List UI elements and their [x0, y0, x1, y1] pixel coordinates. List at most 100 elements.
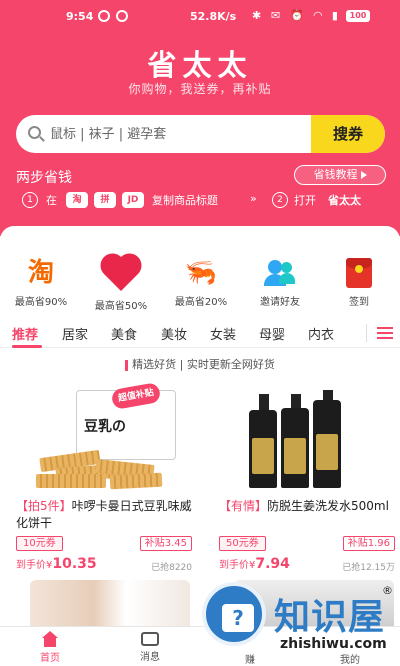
quick-entry-jd[interactable]: 🦐 最高省20%: [166, 258, 236, 308]
coupon-row: 50元券 补贴1.96: [219, 536, 399, 552]
tab-women[interactable]: 女装: [210, 324, 236, 343]
product-image: [219, 382, 395, 492]
app-slogan: 你购物，我送券，再补贴: [128, 82, 272, 96]
question-icon: ?: [222, 604, 254, 632]
step-2-app: 省太太: [328, 194, 361, 207]
picks-subtitle: 实时更新全网好货: [186, 358, 275, 371]
picks-header: 精选好货 | 实时更新全网好货: [0, 356, 400, 372]
product-price: 到手价¥10.35: [16, 556, 97, 572]
price-row: 到手价¥10.35 已抢8220: [16, 556, 196, 574]
watermark-text: 知识屋: [274, 596, 386, 638]
tab-underline: [12, 345, 42, 348]
step-1-number: 1: [22, 192, 38, 208]
wafer: [109, 472, 163, 490]
coupon-row: 10元券 补贴3.45: [16, 536, 196, 552]
tab-underwear[interactable]: 内衣: [308, 324, 334, 343]
notification-icon-2: [116, 10, 128, 22]
quick-entry-taobao[interactable]: 淘 最高省90%: [6, 258, 76, 308]
step-arrow: »: [250, 192, 257, 205]
step-1-at: 在: [46, 194, 57, 207]
battery-icon: 100: [346, 10, 370, 22]
steps-title: 两步省钱: [16, 170, 72, 186]
nav-message[interactable]: 消息: [120, 631, 180, 663]
home-icon: [41, 631, 59, 647]
search-icon: [28, 126, 41, 139]
coupon-badge: 50元券: [219, 536, 266, 551]
quick-label: 签到: [349, 297, 369, 308]
quick-label: 最高省20%: [174, 297, 228, 308]
menu-icon[interactable]: [377, 327, 393, 339]
step-2-action: 打开: [294, 194, 316, 207]
main-card: 淘 最高省90% 最高省50% 🦐 最高省20% 邀请好友 签到 推荐 居家 美…: [0, 226, 400, 626]
jd-mini-icon: JD: [122, 192, 144, 208]
category-tabs: 推荐 居家 美食 美妆 女装 母婴 内衣: [0, 318, 400, 348]
product-tag: 【有情】: [219, 499, 268, 513]
quick-label: 邀请好友: [260, 297, 300, 308]
net-speed: 52.8K/s: [190, 10, 237, 23]
message-icon: [141, 632, 159, 646]
search-bar: 搜券: [16, 115, 385, 153]
nav-home[interactable]: 首页: [20, 631, 80, 664]
quick-entry-pinduoduo[interactable]: 最高省50%: [86, 257, 156, 312]
status-bar: 9:54 52.8K/s ✱ ✉ ⏰ ◠ ▮ 100: [0, 6, 400, 28]
taobao-icon: 淘: [27, 258, 54, 288]
invite-icon: [262, 258, 298, 288]
tab-recommend[interactable]: 推荐: [12, 324, 38, 343]
watermark-domain: zhishiwu.com: [280, 636, 387, 652]
status-time: 9:54: [66, 10, 94, 23]
tab-baby[interactable]: 母婴: [259, 324, 285, 343]
pinduoduo-mini-icon: 拼: [94, 192, 116, 208]
product-image: 超值补贴 豆乳の: [16, 382, 192, 492]
app-logo: 省太太: [147, 48, 253, 82]
pinduoduo-icon: [103, 257, 139, 292]
tab-food[interactable]: 美食: [111, 324, 137, 343]
package-text: 豆乳の: [84, 419, 126, 435]
quick-entry-invite[interactable]: 邀请好友: [245, 258, 315, 308]
product-title: 【拍5件】咔啰卡曼日式豆乳味威化饼干: [16, 498, 196, 532]
picks-bar: [125, 359, 129, 371]
product-card[interactable]: 【有情】防脱生姜洗发水500ml 50元券 补贴1.96 到手价¥7.94 已抢…: [219, 382, 399, 574]
step-1-action: 复制商品标题: [152, 194, 218, 207]
search-button[interactable]: 搜券: [311, 115, 385, 153]
steps-row: 1 在 淘 拼 JD 复制商品标题 » 2 打开 省太太: [22, 192, 392, 210]
sold-count: 已抢12.15万: [342, 563, 395, 573]
product-price: 到手价¥7.94: [219, 556, 290, 572]
header: 9:54 52.8K/s ✱ ✉ ⏰ ◠ ▮ 100 省太太 你购物，我送券，再…: [0, 0, 400, 236]
quick-label: 最高省50%: [94, 301, 148, 312]
quick-entry-signin[interactable]: 签到: [324, 258, 394, 308]
coupon-badge: 10元券: [16, 536, 63, 551]
sold-count: 已抢8220: [151, 563, 192, 573]
watermark-logo-icon: ?: [202, 582, 266, 646]
watermark: ? 知识屋 ® zhishiwu.com: [198, 574, 400, 666]
tab-home[interactable]: 居家: [62, 324, 88, 343]
jd-icon: 🦐: [184, 258, 218, 288]
nav-label: 消息: [140, 652, 160, 663]
wafer: [36, 474, 106, 488]
shampoo-bottle: [313, 400, 341, 488]
status-icons: ✱ ✉ ⏰ ◠ ▮: [252, 9, 341, 22]
taobao-mini-icon: 淘: [66, 192, 88, 208]
subsidy-badge: 补贴3.45: [139, 536, 192, 551]
registered-mark: ®: [382, 584, 393, 597]
price-row: 到手价¥7.94 已抢12.15万: [219, 556, 399, 574]
notification-icon: [98, 10, 110, 22]
tab-beauty[interactable]: 美妆: [161, 324, 187, 343]
product-title: 【有情】防脱生姜洗发水500ml: [219, 498, 399, 532]
tutorial-label: 省钱教程: [313, 168, 358, 181]
product-name: 防脱生姜洗发水500ml: [267, 499, 389, 513]
tutorial-button[interactable]: 省钱教程: [294, 165, 386, 185]
subsidy-badge: 补贴1.96: [342, 536, 395, 551]
red-packet-icon: [341, 258, 377, 288]
shampoo-bottle: [281, 408, 309, 488]
step-2-number: 2: [272, 192, 288, 208]
shampoo-bottle: [249, 410, 277, 488]
product-tag: 【拍5件】: [16, 499, 72, 513]
picks-title: 精选好货: [132, 358, 177, 371]
nav-label: 首页: [40, 653, 60, 664]
product-card[interactable]: 超值补贴 豆乳の 【拍5件】咔啰卡曼日式豆乳味威化饼干 10元券 补贴3.45 …: [16, 382, 196, 574]
quick-label: 最高省90%: [14, 297, 68, 308]
search-input[interactable]: [50, 115, 290, 153]
tab-divider: [366, 324, 367, 342]
product-image-next[interactable]: [30, 580, 190, 626]
play-icon: [360, 171, 367, 179]
